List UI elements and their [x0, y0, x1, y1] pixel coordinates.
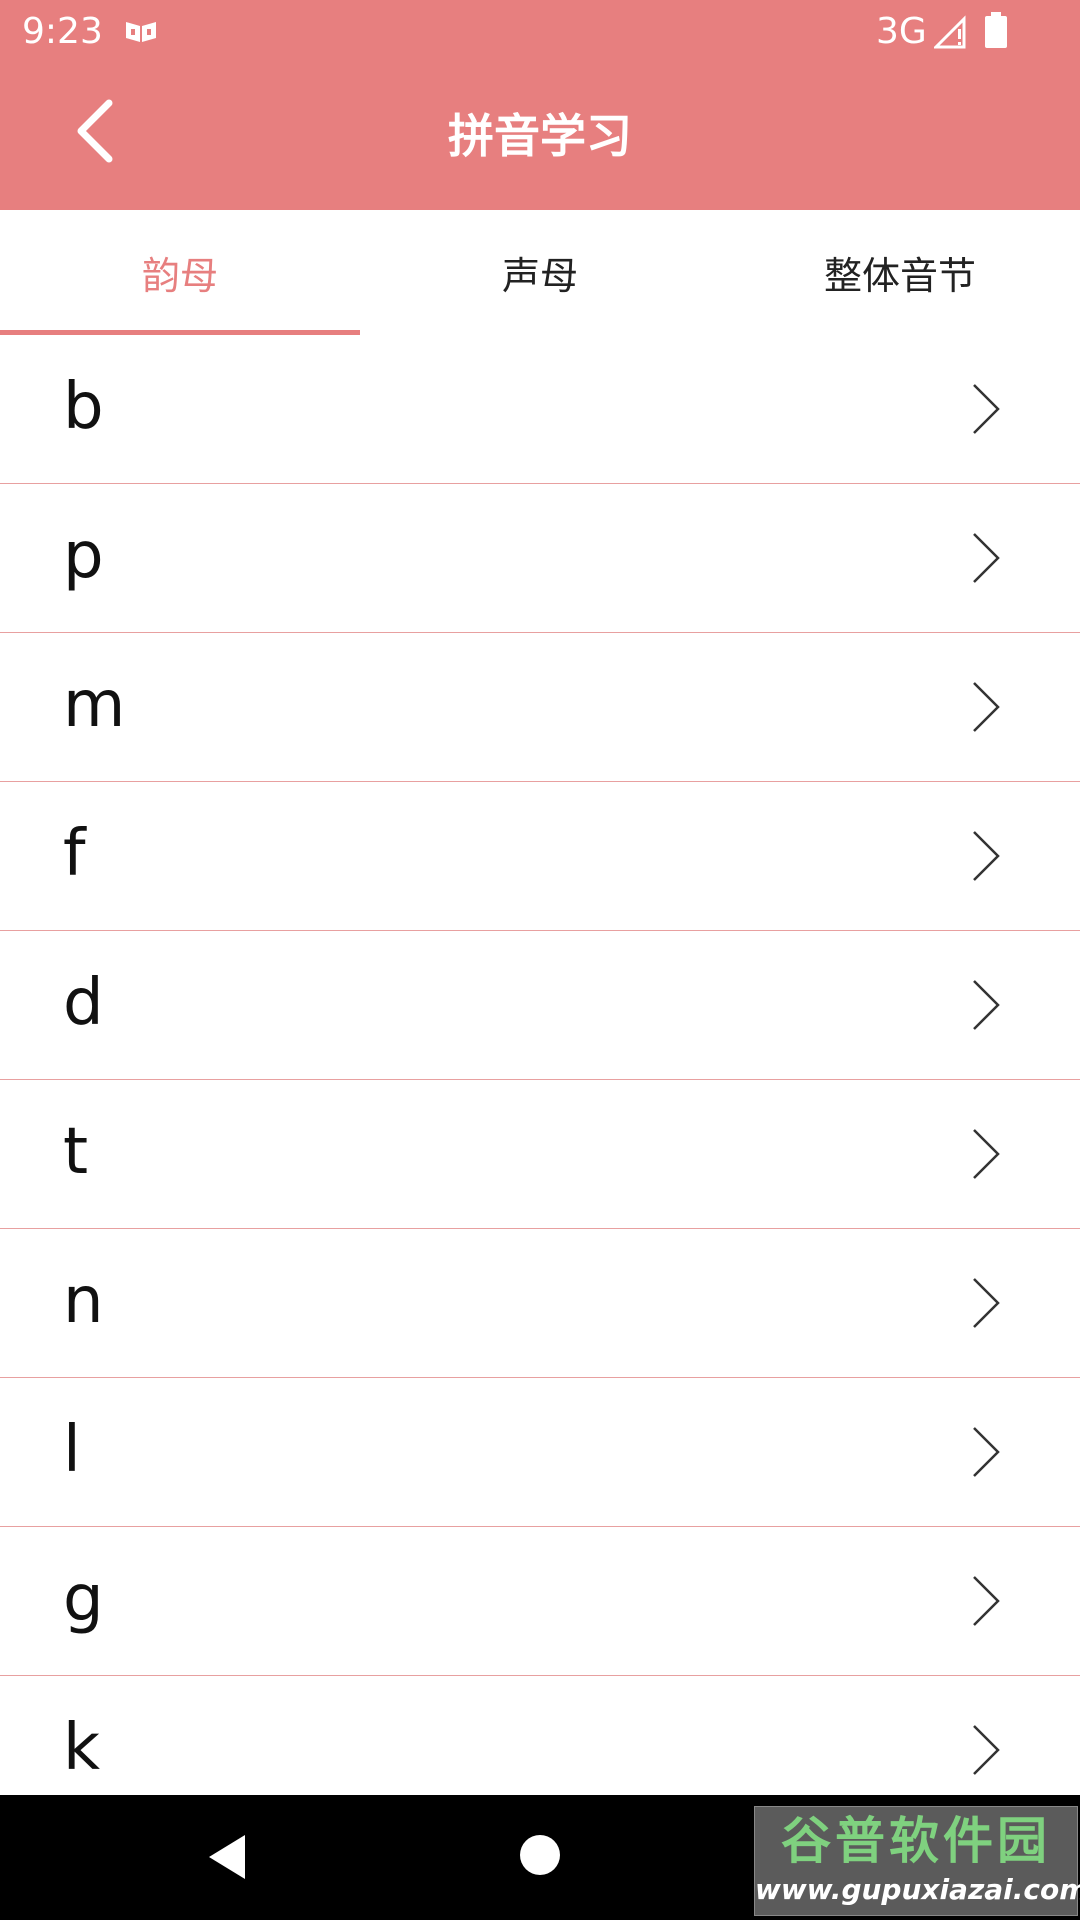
watermark-brand: 谷普软件园 — [781, 1812, 1051, 1870]
list-item[interactable]: n — [0, 1229, 1080, 1378]
back-button[interactable] — [60, 93, 130, 173]
chevron-left-icon — [75, 99, 115, 167]
list-item[interactable]: g — [0, 1527, 1080, 1676]
chevron-right-icon — [960, 530, 1008, 586]
chevron-right-icon — [960, 1722, 1008, 1778]
list-item[interactable]: b — [0, 335, 1080, 484]
chevron-right-icon — [960, 977, 1008, 1033]
list-item[interactable]: p — [0, 484, 1080, 633]
tab-whole-syllables[interactable]: 整体音节 — [720, 210, 1080, 335]
chevron-right-icon — [960, 1573, 1008, 1629]
list-item[interactable]: m — [0, 633, 1080, 782]
list-item-label: k — [63, 1711, 101, 1785]
nav-back-icon[interactable] — [205, 1831, 249, 1883]
chevron-right-icon — [960, 679, 1008, 735]
tab-bar: 韵母 声母 整体音节 — [0, 210, 1080, 335]
list-item[interactable]: d — [0, 931, 1080, 1080]
list-item-label: m — [63, 668, 126, 742]
tab-finals[interactable]: 韵母 — [0, 210, 360, 335]
tab-whole-syllables-label: 整体音节 — [823, 254, 976, 298]
list-item-label: d — [63, 966, 104, 1040]
list-item[interactable]: k — [0, 1676, 1080, 1795]
chevron-right-icon — [960, 1275, 1008, 1331]
list-item-label: l — [63, 1413, 81, 1487]
list-item-label: p — [63, 519, 104, 593]
list-item[interactable]: f — [0, 782, 1080, 931]
list-item[interactable]: l — [0, 1378, 1080, 1527]
chevron-right-icon — [960, 1126, 1008, 1182]
tab-finals-label: 韵母 — [141, 254, 218, 298]
watermark-url: www.gupuxiazai.com — [755, 1873, 1080, 1906]
battery-icon — [985, 12, 1007, 48]
status-bar: 9:23 3G — [0, 0, 1080, 63]
notification-app-icon — [124, 18, 158, 44]
chevron-right-icon — [960, 1424, 1008, 1480]
list-item[interactable]: t — [0, 1080, 1080, 1229]
list-item-label: n — [63, 1264, 104, 1338]
page-title: 拼音学习 — [448, 109, 632, 163]
status-time: 9:23 — [22, 11, 103, 52]
list-item-label: t — [63, 1115, 89, 1189]
network-type: 3G — [876, 11, 927, 52]
pinyin-list: b p m f d t n l g k — [0, 335, 1080, 1795]
tab-initials-label: 声母 — [501, 254, 578, 298]
app-bar: 拼音学习 — [0, 63, 1080, 210]
list-item-label: b — [63, 370, 104, 444]
chevron-right-icon — [960, 828, 1008, 884]
signal-icon — [932, 15, 968, 49]
tab-initials[interactable]: 声母 — [360, 210, 720, 335]
list-item-label: g — [63, 1562, 104, 1636]
nav-home-icon[interactable] — [520, 1835, 560, 1875]
chevron-right-icon — [960, 381, 1008, 437]
watermark-logo: 谷普软件园 www.gupuxiazai.com — [754, 1806, 1080, 1916]
list-item-label: f — [63, 817, 86, 891]
